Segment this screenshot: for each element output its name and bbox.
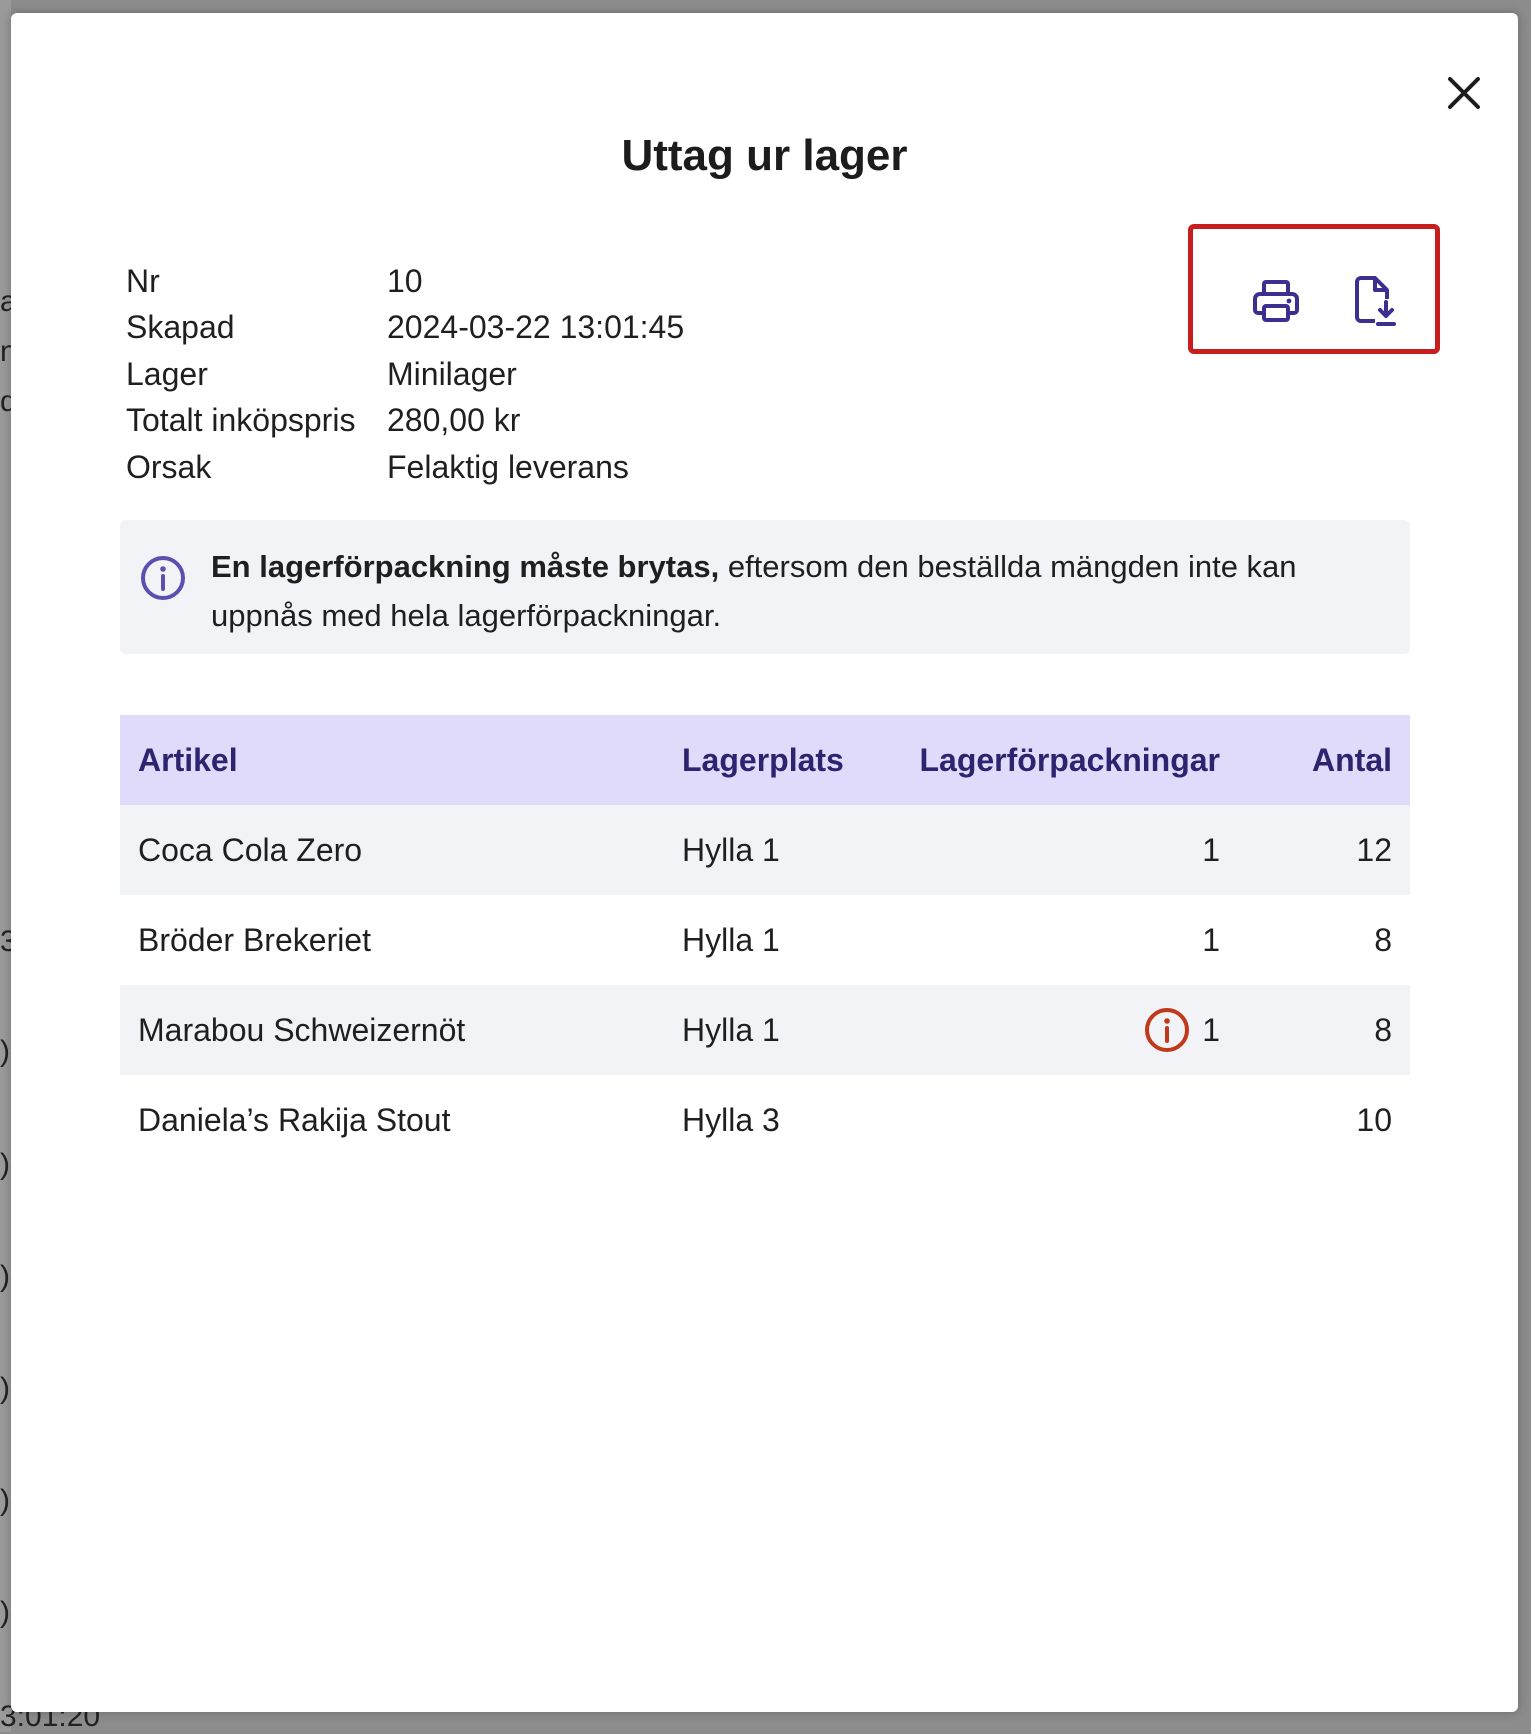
info-message: En lagerförpackning måste brytas, efters…: [211, 542, 1381, 640]
cell-lagerforpackningar: 1: [1144, 985, 1220, 1075]
table-row: Bröder Brekeriet Hylla 1 1 8: [120, 895, 1410, 985]
table-row: Daniela’s Rakija Stout Hylla 3 10: [120, 1075, 1410, 1165]
cell-lagerplats: Hylla 1: [682, 1011, 780, 1048]
file-download-icon: [1355, 276, 1396, 326]
detail-label: Lager: [126, 355, 208, 392]
download-button[interactable]: [1348, 273, 1404, 329]
detail-value: 2024-03-22 13:01:45: [387, 309, 685, 346]
backdrop-page: [0, 0, 11, 1732]
info-message-bold: En lagerförpackning måste brytas,: [211, 549, 720, 584]
detail-value: 280,00 kr: [387, 402, 521, 439]
print-button[interactable]: [1248, 273, 1304, 329]
detail-value: 10: [387, 262, 423, 299]
stock-withdrawal-dialog: Uttag ur lager Nr 10 Skapad 2024-03-22 1…: [11, 13, 1518, 1712]
dialog-title: Uttag ur lager: [621, 131, 908, 180]
cell-antal: 10: [1356, 1101, 1392, 1138]
detail-label: Orsak: [126, 448, 212, 485]
cell-artikel: Bröder Brekeriet: [138, 921, 371, 958]
pack-count: 1: [1202, 831, 1220, 868]
column-header-lagerplats: Lagerplats: [682, 741, 844, 778]
column-header-artikel: Artikel: [138, 741, 238, 778]
detail-row: Skapad 2024-03-22 13:01:45: [126, 305, 684, 352]
pack-count: 1: [1202, 1011, 1220, 1048]
pack-count: 1: [1202, 921, 1220, 958]
column-header-antal: Antal: [1312, 741, 1392, 778]
articles-table: Artikel Lagerplats Lagerförpackningar An…: [120, 715, 1410, 1165]
cell-artikel: Coca Cola Zero: [138, 831, 363, 868]
detail-row: Lager Minilager: [126, 351, 684, 398]
detail-row: Orsak Felaktig leverans: [126, 444, 684, 491]
cell-lagerplats: Hylla 1: [682, 831, 780, 868]
table-row: Marabou Schweizernöt Hylla 1 1 8: [120, 985, 1410, 1075]
warning-info-icon[interactable]: [1144, 1007, 1190, 1053]
cell-antal: 8: [1374, 1011, 1392, 1048]
close-button[interactable]: [1439, 68, 1489, 118]
cell-lagerplats: Hylla 1: [682, 921, 780, 958]
table-header: Artikel Lagerplats Lagerförpackningar An…: [120, 715, 1410, 805]
cell-lagerplats: Hylla 3: [682, 1101, 780, 1138]
detail-row: Nr 10: [126, 258, 684, 305]
detail-label: Totalt inköpspris: [126, 402, 356, 439]
close-icon: [1448, 77, 1480, 109]
detail-label: Skapad: [126, 309, 235, 346]
column-header-lagerforpackningar: Lagerförpackningar: [919, 741, 1220, 778]
printer-icon: [1253, 280, 1299, 322]
cell-artikel: Marabou Schweizernöt: [138, 1011, 466, 1048]
cell-lagerforpackningar: 1: [1202, 895, 1220, 985]
detail-label: Nr: [126, 262, 160, 299]
detail-row: Totalt inköpspris 280,00 kr: [126, 398, 684, 445]
details-list: Nr 10 Skapad 2024-03-22 13:01:45 Lager M…: [126, 258, 684, 491]
cell-artikel: Daniela’s Rakija Stout: [138, 1101, 451, 1138]
cell-antal: 12: [1356, 831, 1392, 868]
cell-antal: 8: [1374, 921, 1392, 958]
info-banner: En lagerförpackning måste brytas, efters…: [120, 520, 1410, 654]
detail-value: Felaktig leverans: [387, 448, 629, 485]
cell-lagerforpackningar: 1: [1202, 805, 1220, 895]
info-icon: [141, 556, 185, 600]
table-row: Coca Cola Zero Hylla 1 1 12: [120, 805, 1410, 895]
detail-value: Minilager: [387, 355, 517, 392]
